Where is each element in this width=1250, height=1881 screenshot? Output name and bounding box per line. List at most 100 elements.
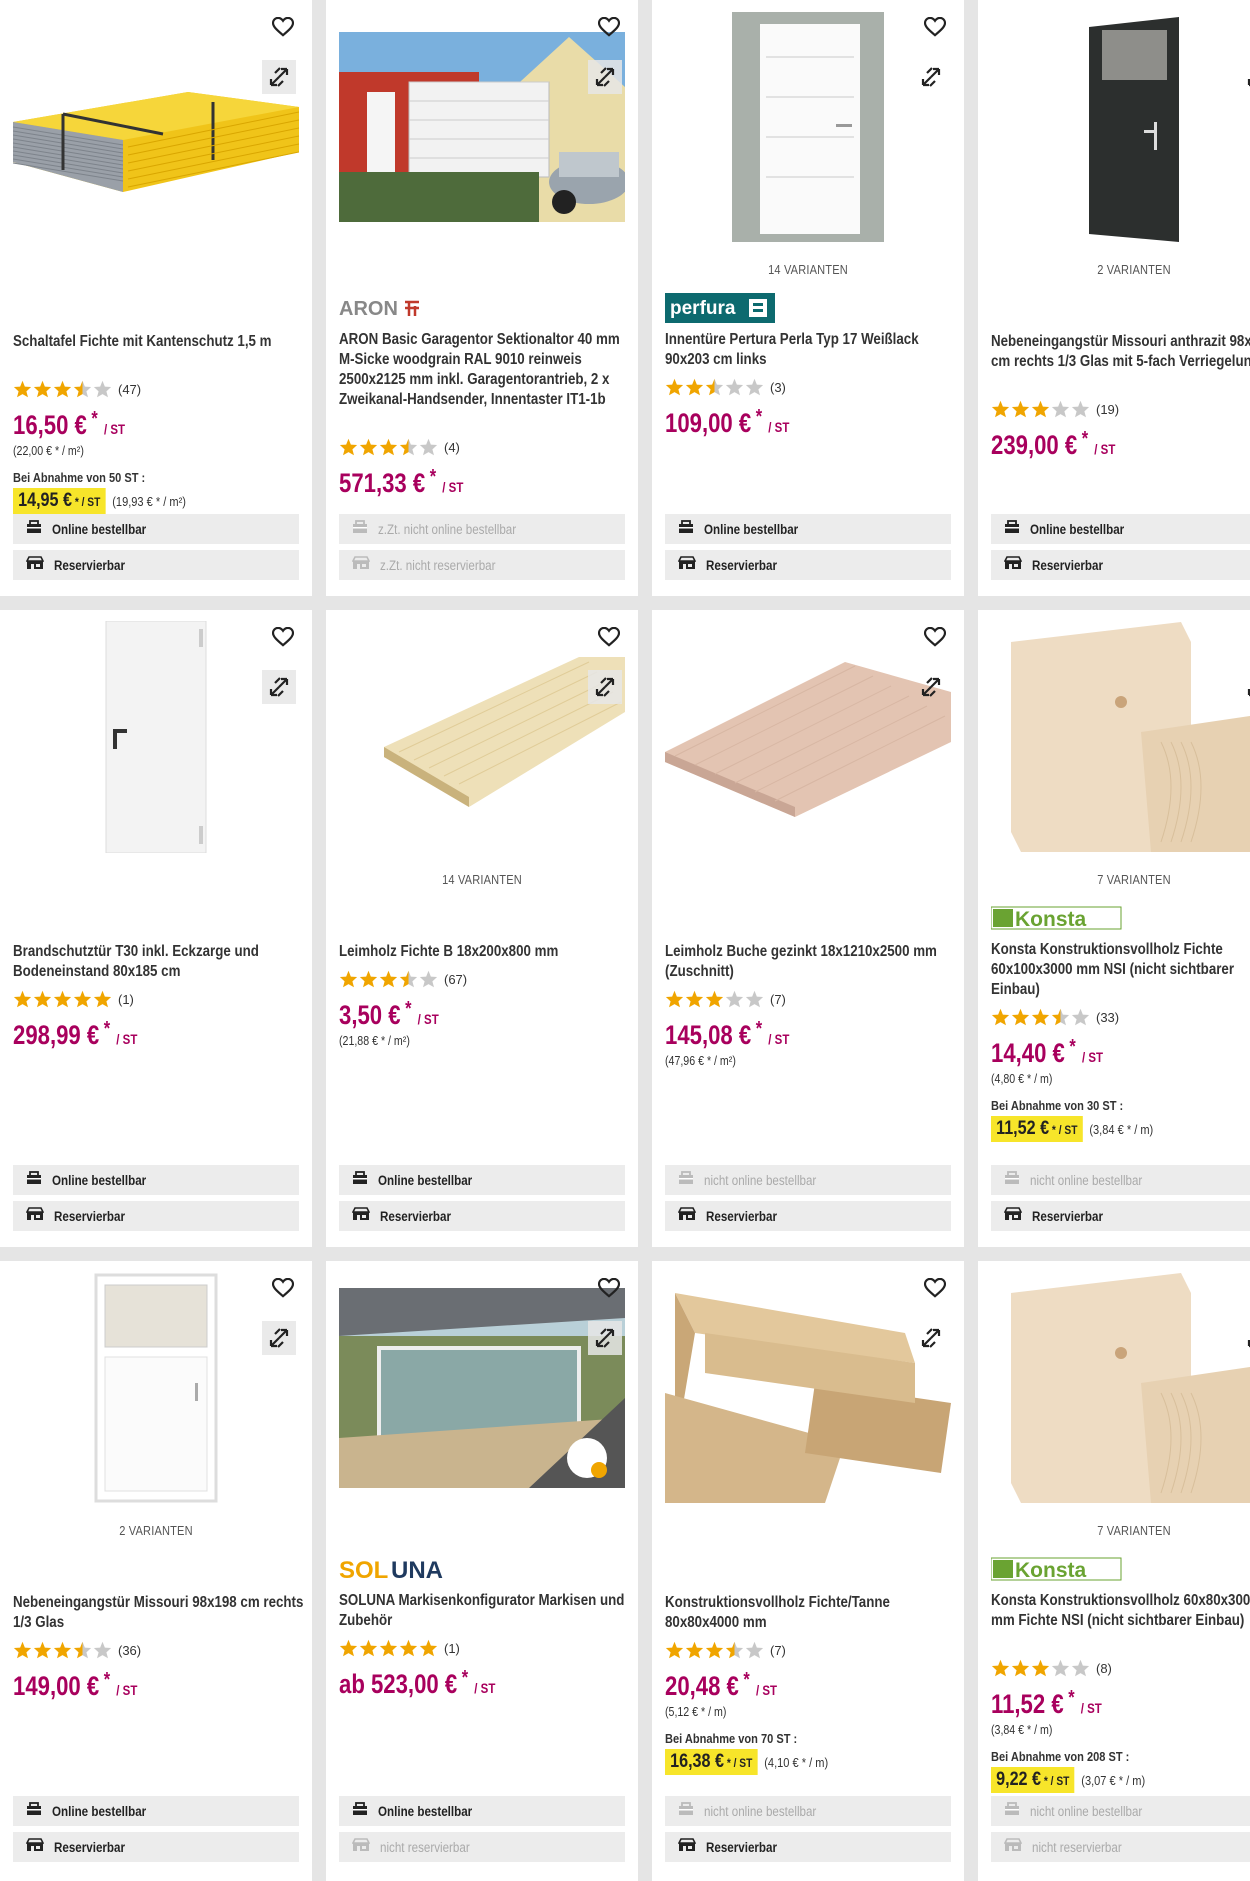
product-title[interactable]: Schaltafel Fichte mit Kantenschutz 1,5 m [13,332,305,352]
heart-icon[interactable] [270,14,296,40]
online-order-status[interactable]: nicht online bestellbar [665,1165,951,1195]
reserve-status[interactable]: Reservierbar [13,1201,299,1231]
product-title[interactable]: ARON Basic Garagentor Sektionaltor 40 mm… [339,330,631,410]
product-card[interactable]: 2 VARIANTEN Nebeneingangstür Missouri ant… [978,0,1250,596]
price-value: 239,00 € [991,430,1078,460]
online-order-label: Online bestellbar [378,1172,473,1188]
product-card[interactable]: Brandschutztür T30 inkl. Eckzarge und Bo… [0,610,312,1247]
product-card[interactable]: 2 VARIANTEN Nebeneingangstür Missouri 98x… [0,1261,312,1881]
product-image[interactable] [339,622,625,852]
heart-icon[interactable] [270,1275,296,1301]
product-card[interactable]: 7 VARIANTEN Konsta Konsta Konstruktionsvol… [978,1261,1250,1881]
product-title[interactable]: Nebeneingangstür Missouri 98x198 cm rech… [13,1593,305,1633]
product-title[interactable]: Konsta Konstruktionsvollholz 60x80x3000 … [991,1591,1250,1631]
reserve-status[interactable]: Reservierbar [665,1832,951,1862]
compare-icon[interactable] [1240,670,1250,704]
product-title[interactable]: Leimholz Buche gezinkt 18x1210x2500 mm (… [665,942,957,982]
compare-icon[interactable] [262,1321,296,1355]
product-title[interactable]: Innentüre Pertura Perla Typ 17 Weißlack … [665,330,957,370]
product-card[interactable]: Schaltafel Fichte mit Kantenschutz 1,5 m… [0,0,312,596]
product-image[interactable] [13,1273,299,1503]
online-order-status[interactable]: Online bestellbar [339,1165,625,1195]
online-order-status[interactable]: Online bestellbar [339,1796,625,1826]
reserve-status[interactable]: z.Zt. nicht reservierbar [339,550,625,580]
product-image[interactable] [339,12,625,242]
price-unit: / ST [755,1682,778,1698]
price-value: 16,50 € [13,410,87,440]
cart-icon [678,519,694,539]
product-image[interactable] [991,1273,1250,1503]
product-title[interactable]: Leimholz Fichte B 18x200x800 mm [339,942,631,962]
product-image[interactable] [13,621,299,853]
bulk-price-unit: / ST [1050,1774,1070,1788]
variants-label: 2 VARIANTEN [1097,262,1171,277]
star-icon [73,380,92,398]
compare-icon[interactable] [262,60,296,94]
store-icon [351,1837,371,1857]
product-card[interactable]: ARON ARON Basic Garagentor Sektionaltor 4… [326,0,638,596]
store-icon [25,555,45,575]
star-icon [705,378,724,396]
compare-icon[interactable] [914,60,948,94]
reserve-status[interactable]: Reservierbar [339,1201,625,1231]
heart-icon[interactable] [922,1275,948,1301]
product-title[interactable]: Nebeneingangstür Missouri anthrazit 98x1… [991,332,1250,372]
product-image[interactable] [665,622,951,852]
heart-icon[interactable] [922,14,948,40]
product-image[interactable] [991,12,1250,242]
reserve-status[interactable]: Reservierbar [991,550,1250,580]
compare-icon[interactable] [588,1321,622,1355]
compare-icon[interactable] [588,670,622,704]
reserve-status[interactable]: nicht reservierbar [339,1832,625,1862]
reserve-status[interactable]: Reservierbar [665,550,951,580]
online-order-status[interactable]: Online bestellbar [13,1796,299,1826]
star-icon [1051,400,1070,418]
compare-icon[interactable] [1240,60,1250,94]
product-image[interactable] [665,12,951,242]
bulk-base-price: (4,10 € * / m) [764,1754,829,1770]
online-order-status[interactable]: z.Zt. nicht online bestellbar [339,514,625,544]
compare-icon[interactable] [588,60,622,94]
product-card[interactable]: 14 VARIANTEN perfura Innentüre Pertura Per… [652,0,964,596]
product-card[interactable]: Leimholz Buche gezinkt 18x1210x2500 mm (… [652,610,964,1247]
product-image[interactable] [13,12,299,242]
online-order-status[interactable]: Online bestellbar [991,514,1250,544]
product-image[interactable] [991,622,1250,852]
reserve-status[interactable]: Reservierbar [13,550,299,580]
heart-icon[interactable] [596,1275,622,1301]
compare-icon[interactable] [1240,1321,1250,1355]
heart-icon[interactable] [596,624,622,650]
reserve-status[interactable]: Reservierbar [991,1201,1250,1231]
product-title[interactable]: Konsta Konstruktionsvollholz Fichte 60x1… [991,940,1250,1000]
online-order-status[interactable]: nicht online bestellbar [991,1796,1250,1826]
cart-icon [1004,1170,1020,1190]
product-title[interactable]: Konstruktionsvollholz Fichte/Tanne 80x80… [665,1593,957,1633]
rating-stars [339,438,438,456]
heart-icon[interactable] [270,624,296,650]
reserve-status[interactable]: Reservierbar [665,1201,951,1231]
compare-icon[interactable] [914,1321,948,1355]
heart-icon[interactable] [596,14,622,40]
brand-logo: SOL UNA [339,1556,474,1582]
product-card[interactable]: 7 VARIANTEN Konsta Konsta Konstruktionsvol… [978,610,1250,1247]
product-title[interactable]: SOLUNA Markisenkonfigurator Markisen und… [339,1591,631,1631]
online-order-status[interactable]: Online bestellbar [13,1165,299,1195]
product-image[interactable] [665,1273,951,1503]
reserve-status[interactable]: Reservierbar [13,1832,299,1862]
product-image[interactable] [339,1273,625,1503]
product-card[interactable]: SOL UNA SOLUNA Markisenkonfigurator Markis… [326,1261,638,1881]
online-order-status[interactable]: Online bestellbar [665,514,951,544]
product-card[interactable]: Konstruktionsvollholz Fichte/Tanne 80x80… [652,1261,964,1881]
compare-icon[interactable] [262,670,296,704]
bulk-price-unit: / ST [81,495,101,509]
reserve-status[interactable]: nicht reservierbar [991,1832,1250,1862]
compare-icon[interactable] [914,670,948,704]
store-icon [1003,1837,1023,1857]
product-title[interactable]: Brandschutztür T30 inkl. Eckzarge und Bo… [13,942,305,982]
online-order-status[interactable]: Online bestellbar [13,514,299,544]
bulk-price: 11,52 € * / ST (3,84 € * / m) [991,1116,1153,1142]
online-order-status[interactable]: nicht online bestellbar [991,1165,1250,1195]
heart-icon[interactable] [922,624,948,650]
online-order-status[interactable]: nicht online bestellbar [665,1796,951,1826]
product-card[interactable]: 14 VARIANTEN Leimholz Fichte B 18x200x800… [326,610,638,1247]
